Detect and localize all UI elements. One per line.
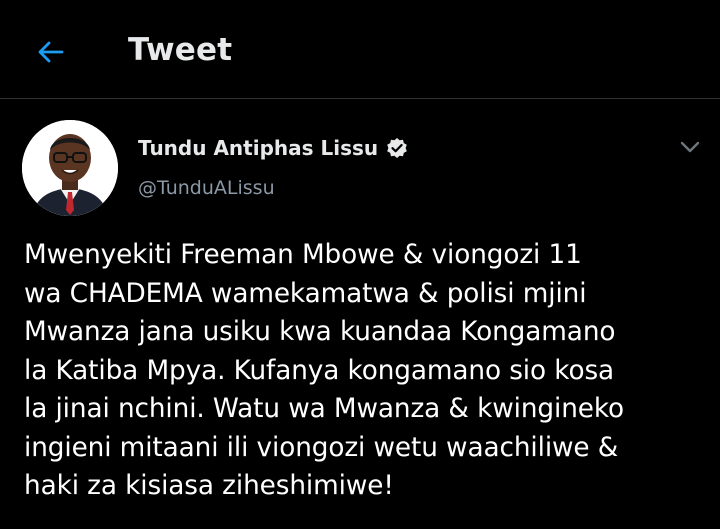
author-handle[interactable]: @TunduALissu [138, 177, 275, 199]
page-title: Tweet [128, 32, 233, 68]
back-button[interactable] [28, 30, 72, 74]
chevron-down-icon [680, 141, 700, 153]
avatar[interactable] [22, 120, 118, 216]
tweet-text: Mwenyekiti Freeman Mbowe & viongozi 11 w… [24, 240, 625, 501]
tweet-detail-screen: Tweet Tundu Antiphas Lissu @TunduALissu … [0, 0, 720, 529]
arrow-left-icon [38, 41, 64, 63]
top-app-bar: Tweet [0, 0, 720, 99]
author-name-text: Tundu Antiphas Lissu [138, 136, 379, 160]
verified-badge-icon [386, 137, 408, 159]
more-options-button[interactable] [672, 131, 708, 163]
author-name[interactable]: Tundu Antiphas Lissu [138, 136, 408, 160]
profile-photo [22, 120, 118, 216]
